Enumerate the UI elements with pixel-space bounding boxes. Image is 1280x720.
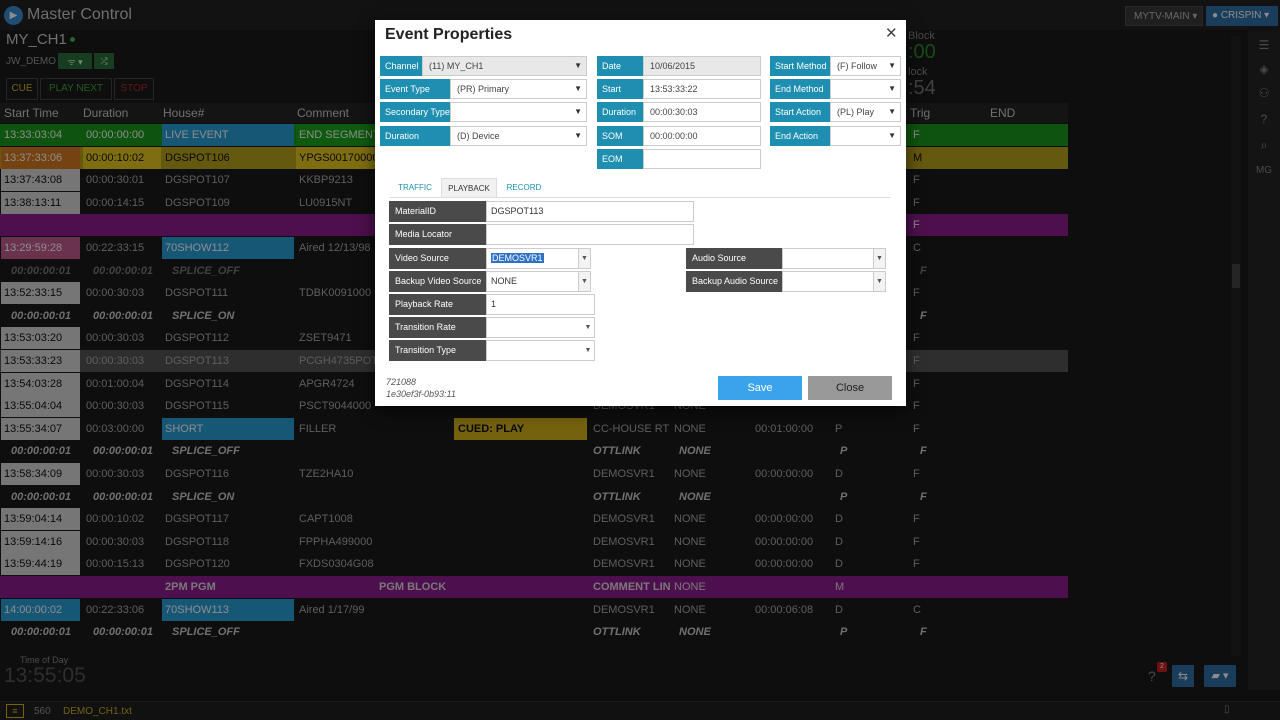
duration-source-select[interactable]: (D) Device ▼	[450, 126, 587, 146]
material-id-field[interactable]: DGSPOT113	[486, 201, 694, 222]
som-field[interactable]: 00:00:00:00	[643, 126, 761, 146]
chevron-down-icon: ▼	[888, 107, 896, 116]
event-guid: 1e30ef3f-0b93:11	[386, 389, 456, 399]
tab-traffic[interactable]: TRAFFIC	[393, 178, 437, 198]
transition-type-select[interactable]: ▼	[486, 340, 595, 361]
chevron-down-icon: ▼	[574, 61, 582, 70]
backup-audio-label: Backup Audio Source	[686, 271, 782, 292]
backup-audio-combo[interactable]: ▼	[782, 271, 886, 292]
tab-playback[interactable]: PLAYBACK	[441, 178, 497, 198]
playback-rate-label: Playback Rate	[389, 294, 486, 315]
media-locator-field[interactable]	[486, 224, 694, 245]
transition-type-label: Transition Type	[389, 340, 486, 361]
chevron-down-icon[interactable]: ▼	[873, 272, 885, 291]
video-source-combo[interactable]: DEMOSVR1 ▼	[486, 248, 591, 269]
chevron-down-icon: ▼	[574, 107, 582, 116]
som-label: SOM	[597, 126, 643, 146]
channel-select[interactable]: (11) MY_CH1 ▼	[422, 56, 587, 76]
event-type-label: Event Type	[380, 79, 450, 99]
transition-rate-label: Transition Rate	[389, 317, 486, 338]
date-label: Date	[597, 56, 643, 76]
media-locator-label: Media Locator	[389, 224, 486, 245]
eom-label: EOM	[597, 149, 643, 169]
tab-divider	[389, 197, 891, 198]
backup-video-combo[interactable]: NONE ▼	[486, 271, 591, 292]
chevron-down-icon: ▼	[582, 318, 594, 337]
duration-source-value: (D) Device	[457, 131, 500, 141]
video-source-label: Video Source	[389, 248, 486, 269]
start-action-value: (PL) Play	[837, 107, 875, 117]
video-source-value: DEMOSVR1	[491, 253, 544, 263]
start-action-select[interactable]: (PL) Play ▼	[830, 102, 901, 122]
chevron-down-icon: ▼	[574, 131, 582, 140]
duration-field[interactable]: 00:00:30:03	[643, 102, 761, 122]
duration-label: Duration	[597, 102, 643, 122]
end-action-select[interactable]: ▼	[830, 126, 901, 146]
start-method-label: Start Method	[770, 56, 830, 76]
playback-rate-field[interactable]: 1	[486, 294, 595, 315]
dialog-title: Event Properties	[385, 26, 513, 43]
start-method-value: (F) Follow	[837, 61, 877, 71]
close-button[interactable]: Close	[808, 376, 892, 400]
backup-video-value: NONE	[491, 276, 518, 286]
transition-rate-select[interactable]: ▼	[486, 317, 595, 338]
backup-video-label: Backup Video Source	[389, 271, 486, 292]
chevron-down-icon[interactable]: ▼	[873, 249, 885, 268]
event-type-select[interactable]: (PR) Primary ▼	[450, 79, 587, 99]
start-action-label: Start Action	[770, 102, 830, 122]
end-method-select[interactable]: ▼	[830, 79, 901, 99]
audio-source-label: Audio Source	[686, 248, 782, 269]
event-type-value: (PR) Primary	[457, 84, 509, 94]
duration-source-label: Duration Source	[380, 126, 450, 161]
channel-value: (11) MY_CH1	[429, 61, 484, 71]
chevron-down-icon: ▼	[574, 84, 582, 93]
chevron-down-icon[interactable]: ▼	[578, 249, 590, 268]
audio-source-combo[interactable]: ▼	[782, 248, 886, 269]
secondary-type-label: Secondary Type	[380, 102, 450, 122]
secondary-type-select[interactable]: ▼	[450, 102, 587, 122]
tab-record[interactable]: RECORD	[501, 178, 547, 198]
date-field[interactable]: 10/06/2015	[643, 56, 761, 76]
end-method-label: End Method	[770, 79, 830, 99]
event-id: 721088	[386, 377, 417, 387]
save-button[interactable]: Save	[718, 376, 802, 400]
chevron-down-icon: ▼	[888, 131, 896, 140]
start-method-select[interactable]: (F) Follow ▼	[830, 56, 901, 76]
chevron-down-icon: ▼	[888, 61, 896, 70]
close-icon[interactable]: ✕	[885, 24, 898, 42]
chevron-down-icon[interactable]: ▼	[578, 272, 590, 291]
event-properties-dialog: Event Properties ✕ Channel (11) MY_CH1 ▼ …	[375, 20, 906, 406]
end-action-label: End Action	[770, 126, 830, 146]
channel-label: Channel	[380, 56, 422, 76]
eom-field[interactable]	[643, 149, 761, 169]
start-field[interactable]: 13:53:33:22	[643, 79, 761, 99]
chevron-down-icon: ▼	[888, 84, 896, 93]
material-id-label: MaterialID	[389, 201, 486, 222]
start-label: Start	[597, 79, 643, 99]
chevron-down-icon: ▼	[582, 341, 594, 360]
master-control-app: ▶ Master Control MYTV-MAIN ▾ ● CRISPIN ▾…	[0, 0, 1280, 720]
